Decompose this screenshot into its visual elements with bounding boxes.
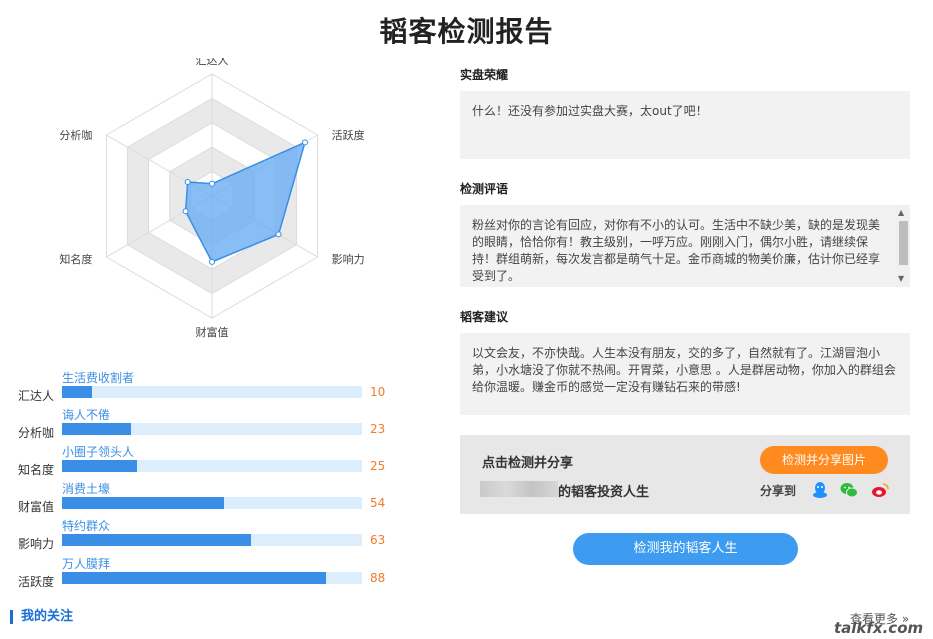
honor-box: 什么！还没有参加过实盘大赛，太out了吧！ <box>460 91 910 159</box>
bar-track <box>62 572 362 584</box>
radar-point <box>184 178 191 185</box>
bar-rank-title[interactable]: 小圈子领头人 <box>62 443 134 460</box>
advice-box: 以文会友，不亦快哉。人生本没有朋友，交的多了，自然就有了。江湖冒泡小弟，小水塘没… <box>460 333 910 415</box>
share-to-label: 分享到 <box>760 484 797 498</box>
radar-point <box>301 139 308 146</box>
advice-title: 韬客建议 <box>460 310 509 324</box>
radar-point <box>275 231 282 238</box>
bar-fill <box>62 423 131 435</box>
radar-chart: 汇达人活跃度影响力财富值 知名度 分析咖 <box>59 58 365 339</box>
bar-fill <box>62 497 224 509</box>
bar-fill <box>62 534 251 546</box>
honor-text: 什么！还没有参加过实盘大赛，太out了吧！ <box>472 104 708 118</box>
detect-my-life-button[interactable]: 检测我的韬客人生 <box>573 533 798 565</box>
scroll-up-icon[interactable]: ▲ <box>898 208 904 218</box>
my-follow-heading[interactable]: 我的关注 <box>10 610 73 624</box>
bar-value: 88 <box>370 571 386 585</box>
qq-icon[interactable] <box>811 481 829 499</box>
score-bar-row: 财富值 消费土壕 54 <box>0 480 420 516</box>
review-text: 粉丝对你的言论有回应，对你有不小的认可。生活中不缺少美，缺的是发现美的眼睛，恰恰… <box>472 218 881 283</box>
bar-value: 25 <box>370 459 386 473</box>
bar-track <box>62 497 362 509</box>
score-bar-row: 分析咖 诲人不倦 23 <box>0 406 420 442</box>
bar-value: 63 <box>370 533 386 547</box>
share-subtitle: 的韬客投资人生 <box>558 485 650 500</box>
advice-text: 以文会友，不亦快哉。人生本没有朋友，交的多了，自然就有了。江湖冒泡小弟，小水塘没… <box>472 346 896 394</box>
watermark: talkfx.com <box>834 619 924 637</box>
bar-rank-title[interactable]: 诲人不倦 <box>62 406 110 423</box>
scroll-down-icon[interactable]: ▼ <box>898 274 904 284</box>
bar-track <box>62 386 362 398</box>
bar-fill <box>62 572 326 584</box>
score-bar-row: 汇达人 生活费收割者 10 <box>0 369 420 405</box>
bar-track <box>62 460 362 472</box>
radar-axis-label: 活跃度 <box>332 128 365 142</box>
bar-rank-title[interactable]: 消费土壕 <box>62 480 110 497</box>
share-panel: 点击检测并分享 的韬客投资人生 检测并分享图片 分享到 <box>460 435 910 514</box>
bar-dimension-label: 活跃度 <box>18 575 55 589</box>
bar-rank-title[interactable]: 万人膜拜 <box>62 555 110 572</box>
scroll-thumb[interactable] <box>899 221 908 265</box>
score-bar-row: 影响力 特约群众 63 <box>0 517 420 553</box>
radar-axis-label: 分析咖 <box>59 128 92 142</box>
wechat-icon[interactable] <box>840 481 858 499</box>
bar-dimension-label: 财富值 <box>18 500 55 514</box>
blurred-username <box>480 481 558 497</box>
review-scrollbar[interactable]: ▲ ▼ <box>896 205 910 287</box>
page-title: 韬客检测报告 <box>379 15 554 48</box>
review-box: 粉丝对你的言论有回应，对你有不小的认可。生活中不缺少美，缺的是发现美的眼睛，恰恰… <box>460 205 910 287</box>
bar-dimension-label: 汇达人 <box>18 389 55 403</box>
bar-rank-title[interactable]: 特约群众 <box>62 517 110 534</box>
radar-axis-label: 财富值 <box>196 325 229 339</box>
bar-track <box>62 423 362 435</box>
bar-dimension-label: 影响力 <box>18 537 55 551</box>
bar-fill <box>62 460 137 472</box>
bar-value: 54 <box>370 496 386 510</box>
bar-value: 10 <box>370 385 386 399</box>
bar-track <box>62 534 362 546</box>
weibo-icon[interactable] <box>871 481 889 499</box>
radar-axis-label: 影响力 <box>332 253 365 266</box>
radar-point <box>209 258 215 265</box>
bar-dimension-label: 知名度 <box>18 463 55 477</box>
detect-share-image-button[interactable]: 检测并分享图片 <box>760 446 888 474</box>
bar-rank-title[interactable]: 生活费收割者 <box>62 369 134 386</box>
radar-axis-label: 知名度 <box>59 252 92 266</box>
radar-axis-label: 汇达人 <box>196 58 229 67</box>
review-title: 检测评语 <box>460 182 509 196</box>
bar-fill <box>62 386 92 398</box>
honor-title: 实盘荣耀 <box>460 68 509 82</box>
bar-value: 23 <box>370 422 386 436</box>
share-prompt: 点击检测并分享 <box>482 456 574 471</box>
score-bar-row: 知名度 小圈子领头人 25 <box>0 443 420 479</box>
radar-point <box>209 180 215 187</box>
radar-point <box>182 208 189 215</box>
score-bar-row: 活跃度 万人膜拜 88 <box>0 555 420 591</box>
bar-dimension-label: 分析咖 <box>18 426 55 440</box>
